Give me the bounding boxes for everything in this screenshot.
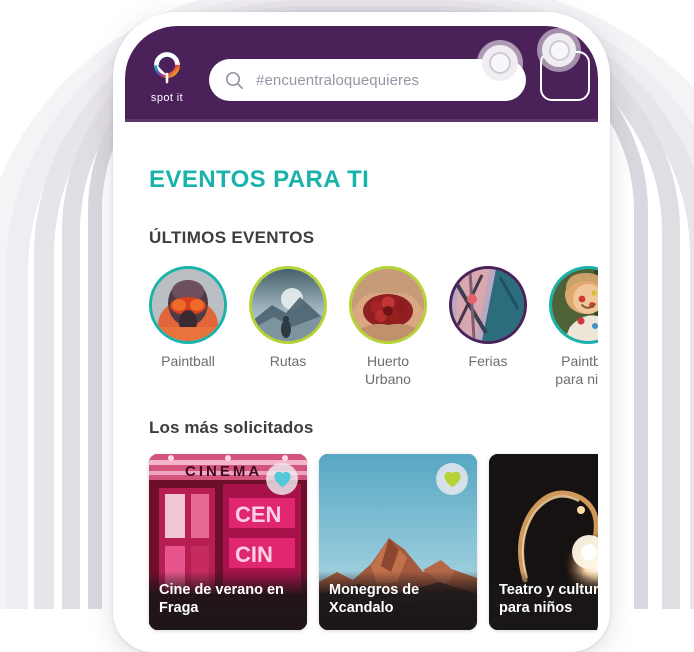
- story-ring: [349, 266, 427, 344]
- card-title: Teatro y cultura para niños: [489, 570, 598, 630]
- story-ring: [249, 266, 327, 344]
- story-label: Paintball: [161, 353, 215, 369]
- story-ring: [549, 266, 598, 344]
- story-item-paintball-para-ninos[interactable]: Paintball para niños: [549, 266, 598, 388]
- svg-text:CEN: CEN: [235, 502, 281, 527]
- event-card-monegros-de-xcandalo[interactable]: Monegros de Xcandalo: [319, 454, 477, 630]
- story-label: Rutas: [269, 353, 307, 369]
- brand-logo[interactable]: spot it: [139, 51, 195, 104]
- popular-events-list: CEN CIN CINEMA Cine de verano en Fraga M…: [149, 454, 598, 630]
- latest-events-heading: ÚLTIMOS EVENTOS: [149, 228, 315, 247]
- bag-handle-circle: [542, 33, 576, 67]
- event-card-cine-de-verano[interactable]: CEN CIN CINEMA Cine de verano en Fraga: [149, 454, 307, 630]
- spot-pin-ring-logo-icon: [150, 51, 184, 91]
- event-card-teatro-y-cultura[interactable]: Teatro y cultura para niños: [489, 454, 598, 630]
- search-icon: [225, 71, 244, 89]
- story-item-paintball[interactable]: Paintball: [149, 266, 227, 388]
- favorite-button[interactable]: [266, 463, 298, 495]
- search-bar[interactable]: #encuentraloquequieres: [209, 45, 526, 101]
- screen-content: EVENTOS PARA TI ÚLTIMOS EVENTOS Paintbal…: [125, 166, 598, 652]
- mic-circle-icon[interactable]: [482, 45, 518, 81]
- story-thumbnail-mountain-hiker-silhouette: [252, 269, 324, 341]
- story-thumbnail-hands-holding-red-berries: [352, 269, 424, 341]
- story-thumbnail-carnival-fair-ride: [452, 269, 524, 341]
- story-ring: [149, 266, 227, 344]
- story-thumbnail-child-with-paint: [552, 269, 598, 341]
- app-header-bar: spot it #encuentraloquequieres: [125, 26, 598, 122]
- heart-filled-icon: [443, 471, 461, 487]
- story-label: Huerto Urbano: [365, 353, 411, 387]
- brand-name-label: spot it: [150, 91, 184, 104]
- card-title: Cine de verano en Fraga: [149, 570, 307, 630]
- svg-text:CINEMA: CINEMA: [185, 463, 262, 480]
- story-ring: [449, 266, 527, 344]
- phone-mockup-frame: spot it #encuentraloquequieres EVENTOS P…: [113, 12, 610, 652]
- story-item-huerto-urbano[interactable]: Huerto Urbano: [349, 266, 427, 388]
- shopping-bag-icon[interactable]: [536, 33, 590, 101]
- bag-handle-inner: [548, 39, 570, 61]
- latest-events-list: Paintball Rutas Huerto Urbano Ferias Pai…: [149, 266, 598, 388]
- phone-screen: spot it #encuentraloquequieres EVENTOS P…: [125, 26, 598, 652]
- popular-section-heading: Los más solicitados: [149, 418, 314, 437]
- page-title: EVENTOS PARA TI: [149, 166, 370, 193]
- story-label: Ferias: [468, 353, 508, 369]
- story-thumbnail-paintball-player-mask: [152, 269, 224, 341]
- heart-filled-icon: [273, 471, 291, 487]
- story-item-ferias[interactable]: Ferias: [449, 266, 527, 388]
- card-title: Monegros de Xcandalo: [319, 570, 477, 630]
- story-label: Paintball para niños: [555, 353, 598, 387]
- favorite-button[interactable]: [436, 463, 468, 495]
- search-input[interactable]: #encuentraloquequieres: [256, 72, 419, 89]
- mic-inner-ring: [489, 52, 511, 74]
- svg-text:CIN: CIN: [235, 542, 273, 567]
- story-item-rutas[interactable]: Rutas: [249, 266, 327, 388]
